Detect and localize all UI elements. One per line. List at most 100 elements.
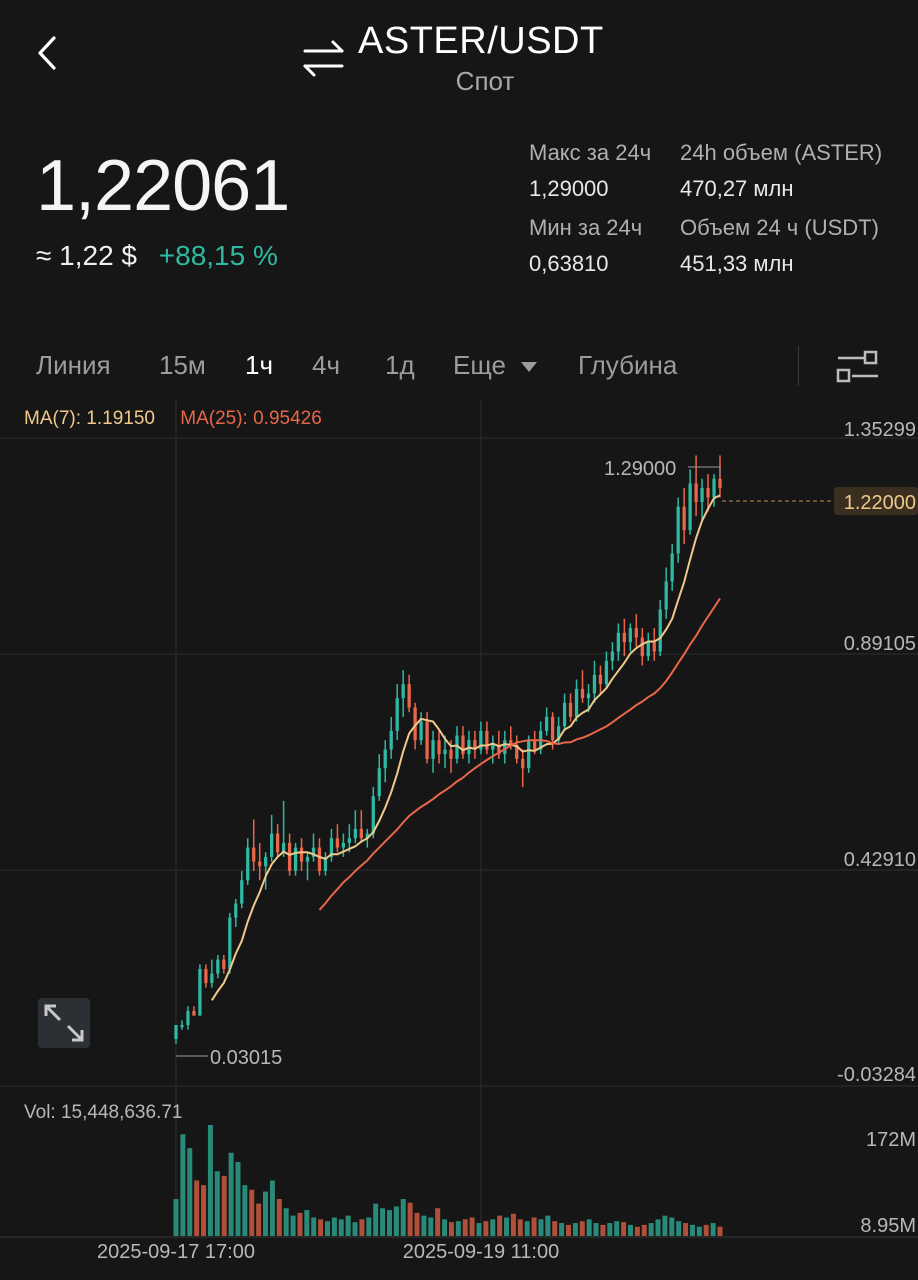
- tab-15m[interactable]: 15м: [159, 350, 206, 381]
- stat-volume-base: 24h объем (ASTER) 470,27 млн: [680, 140, 882, 202]
- volume-bar: [504, 1217, 510, 1236]
- volume-bar: [710, 1223, 716, 1236]
- tab-1d[interactable]: 1д: [385, 350, 415, 381]
- volume-bar: [627, 1224, 633, 1236]
- volume-bar: [304, 1210, 310, 1236]
- tab-more[interactable]: Еще: [453, 350, 539, 381]
- candle-body: [216, 959, 220, 974]
- volume-bar: [676, 1221, 682, 1236]
- volume-bar: [263, 1191, 269, 1236]
- volume-tick-label: 172M: [866, 1129, 916, 1151]
- candle-body: [210, 973, 214, 983]
- volume-bar: [194, 1180, 200, 1236]
- caret-down-icon: [521, 362, 538, 373]
- candle-body: [670, 553, 674, 582]
- candle-body: [317, 847, 322, 871]
- candle-body: [562, 702, 567, 727]
- candle-body: [222, 959, 226, 969]
- volume-bar: [442, 1219, 448, 1236]
- candle-body: [449, 749, 453, 759]
- stat-low-label: Мин за 24ч: [529, 215, 643, 240]
- volume-bar: [201, 1185, 207, 1236]
- candle-body: [521, 758, 525, 769]
- volume-bar: [689, 1224, 695, 1236]
- candle-body: [664, 581, 668, 610]
- volume-bar: [703, 1224, 709, 1236]
- candle-body: [192, 1010, 196, 1016]
- volume-bar: [696, 1226, 702, 1236]
- candle-body: [264, 856, 268, 867]
- candle-body: [682, 506, 686, 531]
- volume-bar: [311, 1217, 317, 1236]
- volume-bar: [242, 1185, 248, 1236]
- tab-1h[interactable]: 1ч: [245, 350, 273, 381]
- volume-bar: [634, 1226, 640, 1236]
- price-usd-approx: ≈ 1,22 $: [36, 240, 137, 271]
- volume-bar: [283, 1208, 289, 1236]
- volume-bar: [566, 1224, 572, 1236]
- volume-bar: [331, 1217, 337, 1236]
- volume-bar: [648, 1223, 654, 1236]
- candle-body: [461, 735, 465, 755]
- volume-bar: [469, 1217, 475, 1236]
- y-tick-label: -0.03284: [837, 1064, 916, 1086]
- tab-4h[interactable]: 4ч: [312, 350, 340, 381]
- price-chart[interactable]: 1.35299 0.89105 0.42910 -0.03284 1.29000 0.03…: [0, 400, 918, 1280]
- volume-bar: [366, 1217, 372, 1236]
- volume-bar: [531, 1217, 537, 1236]
- volume-bar: [428, 1217, 434, 1236]
- volume-label: Vol: 15,448,636.71: [24, 1102, 183, 1123]
- volume-bar: [235, 1162, 241, 1236]
- volume-bar: [593, 1223, 599, 1236]
- candle-body: [616, 632, 621, 652]
- volume-bar: [407, 1202, 413, 1236]
- candle-body: [598, 674, 603, 685]
- candle-body: [198, 968, 202, 1016]
- volume-bar: [380, 1208, 386, 1236]
- candle-body: [485, 730, 489, 750]
- volume-bar: [345, 1215, 351, 1236]
- volume-bar: [538, 1219, 544, 1236]
- candle-body: [592, 674, 597, 694]
- volume-bar: [414, 1212, 420, 1236]
- volume-bar: [324, 1221, 330, 1236]
- low-price-label: 0.03015: [210, 1047, 282, 1069]
- candle-body: [544, 716, 549, 731]
- stat-low: Мин за 24ч 0,63810: [529, 215, 642, 277]
- volume-bar: [269, 1180, 275, 1236]
- pair-selector[interactable]: ASTER/USDT Спот: [0, 18, 918, 108]
- volume-bar: [621, 1222, 627, 1236]
- volume-bar: [352, 1222, 358, 1236]
- candle-body: [305, 856, 310, 862]
- candle-body: [252, 847, 256, 862]
- candle-body: [383, 749, 387, 769]
- candle-body: [533, 740, 537, 750]
- x-tick-label: 2025-09-17 17:00: [97, 1241, 255, 1263]
- candle-body: [174, 1024, 178, 1039]
- y-tick-label: 1.35299: [844, 419, 916, 441]
- last-price: 1,22061: [36, 146, 290, 226]
- tab-line[interactable]: Линия: [36, 350, 111, 381]
- expand-chart-button[interactable]: [38, 998, 90, 1048]
- candle-body: [359, 828, 363, 839]
- volume-bar: [497, 1215, 503, 1236]
- volume-bar: [455, 1221, 461, 1236]
- candle-body: [335, 838, 340, 848]
- candle-body: [377, 768, 381, 797]
- stat-volume-quote-value: 451,33 млн: [680, 251, 794, 276]
- price-change-percent: +88,15 %: [158, 240, 278, 271]
- chart-settings-icon[interactable]: [834, 346, 882, 386]
- pair-title[interactable]: ASTER/USDT: [358, 20, 604, 63]
- candle-body: [604, 660, 609, 685]
- interval-tabs: Линия 15м 1ч 4ч 1д Еще Глубина: [0, 340, 918, 394]
- candle-body: [437, 740, 441, 755]
- candle-body: [700, 488, 704, 503]
- volume-bar: [483, 1221, 489, 1236]
- candle-body: [694, 483, 698, 503]
- volume-bar: [517, 1219, 523, 1236]
- tab-depth[interactable]: Глубина: [578, 350, 677, 381]
- stat-high: Макс за 24ч 1,29000: [529, 140, 651, 202]
- candle-body: [580, 688, 585, 699]
- candle-body: [234, 903, 238, 918]
- volume-bar: [249, 1189, 255, 1236]
